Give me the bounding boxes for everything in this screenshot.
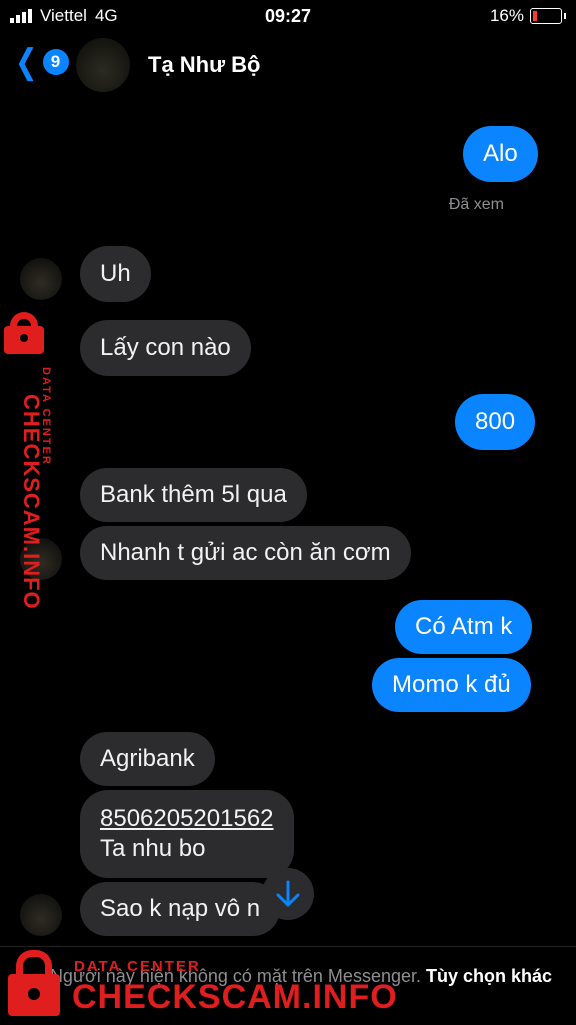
avatar[interactable]	[20, 258, 62, 300]
lock-icon	[4, 944, 64, 1020]
message-bubble[interactable]: Momo k đủ	[372, 658, 531, 712]
back-button[interactable]: ❮ 9	[12, 43, 69, 81]
watermark-line1: DATA CENTER	[74, 958, 201, 975]
contact-name[interactable]: Tạ Như Bộ	[148, 52, 260, 78]
message-bubble[interactable]: Bank thêm 5l qua	[80, 468, 307, 522]
watermark-line2: CHECKSCAM.INFO	[19, 394, 44, 610]
message-bubble[interactable]: Có Atm k	[395, 600, 533, 654]
message-bubble[interactable]: Uh	[80, 246, 151, 302]
watermark-side: DATA CENTER CHECKSCAM.INFO	[2, 312, 68, 610]
message-bubble[interactable]: Nhanh t gửi ac còn ăn cơm	[80, 526, 411, 580]
message-bubble[interactable]: Sao k nạp vô n	[80, 882, 281, 936]
account-number-link[interactable]: 8506205201562	[100, 804, 274, 834]
seen-status: Đã xem	[448, 196, 504, 213]
message-bubble[interactable]: Lấy con nào	[80, 320, 251, 376]
chevron-left-icon: ❮	[14, 43, 38, 81]
arrow-down-icon	[276, 880, 300, 907]
avatar[interactable]	[20, 894, 62, 936]
scroll-to-bottom-button[interactable]	[262, 868, 314, 920]
message-text: Ta nhu bo	[100, 835, 206, 862]
more-options-link[interactable]: Tùy chọn khác	[426, 966, 552, 986]
watermark-line2: CHECKSCAM.INFO	[72, 978, 398, 1016]
unread-badge: 9	[42, 49, 69, 75]
message-bubble[interactable]: 8506205201562 Ta nhu bo	[80, 790, 294, 878]
status-bar: Viettel 4G 09:27 16%	[0, 0, 576, 32]
message-bubble[interactable]: Agribank	[80, 732, 215, 786]
battery-icon	[530, 8, 566, 24]
battery-percent: 16%	[489, 6, 524, 25]
message-bubble[interactable]: Alo	[463, 126, 538, 182]
conversation-header: ❮ 9 Tạ Như Bộ	[0, 32, 576, 96]
avatar[interactable]	[76, 38, 130, 92]
watermark-bottom: DATA CENTER CHECKSCAM.INFO	[4, 944, 397, 1024]
message-bubble[interactable]: 800	[455, 394, 536, 450]
lock-icon	[2, 312, 46, 356]
